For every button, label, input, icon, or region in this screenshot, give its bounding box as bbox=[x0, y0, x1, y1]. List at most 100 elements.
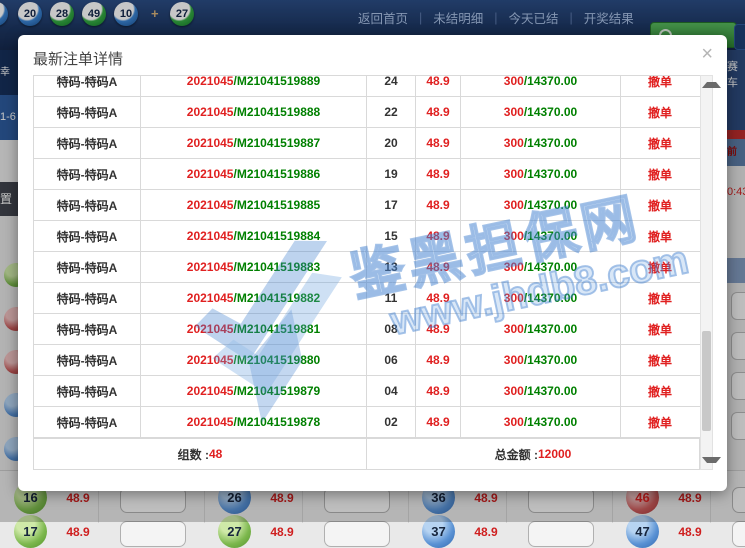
bet-number: 06 bbox=[384, 353, 397, 367]
bet-row: 特码-特码A2021045/M210415198810848.9300/1437… bbox=[34, 314, 701, 345]
order-number: /M21041519884 bbox=[233, 229, 320, 243]
bet-number: 24 bbox=[384, 75, 397, 88]
total-label: 总金额 : bbox=[495, 446, 538, 463]
amount-total: /14370.00 bbox=[524, 198, 577, 212]
order-number: /M21041519886 bbox=[233, 167, 320, 181]
scroll-up-icon[interactable] bbox=[702, 82, 721, 88]
odds-value: 48.9 bbox=[56, 525, 100, 539]
scrollbar-thumb[interactable] bbox=[702, 331, 711, 431]
odds-value: 48.9 bbox=[426, 229, 449, 243]
cancel-bet-button[interactable]: 撤单 bbox=[648, 228, 672, 245]
amount-total: /14370.00 bbox=[524, 291, 577, 305]
bet-row: 特码-特码A2021045/M210415198882248.9300/1437… bbox=[34, 97, 701, 128]
bet-row: 特码-特码A2021045/M210415198851748.9300/1437… bbox=[34, 190, 701, 221]
odds-value: 48.9 bbox=[426, 353, 449, 367]
groups-total: 组数 : 48 bbox=[34, 439, 367, 469]
cancel-bet-button[interactable]: 撤单 bbox=[648, 321, 672, 338]
bet-amount: 300 bbox=[504, 384, 524, 398]
period: 2021045 bbox=[187, 322, 234, 336]
bet-amount: 300 bbox=[504, 75, 524, 88]
bet-row: 特码-特码A2021045/M210415198892448.9300/1437… bbox=[34, 75, 701, 97]
order-number: /M21041519881 bbox=[233, 322, 320, 336]
bet-number: 02 bbox=[384, 415, 397, 429]
amount-total: /14370.00 bbox=[524, 167, 577, 181]
bet-type: 特码-特码A bbox=[57, 135, 118, 152]
bet-number: 13 bbox=[384, 260, 397, 274]
period: 2021045 bbox=[187, 415, 234, 429]
modal-title: 最新注单详情 bbox=[33, 48, 123, 69]
odds-value: 48.9 bbox=[260, 525, 304, 539]
cancel-bet-button[interactable]: 撤单 bbox=[648, 414, 672, 431]
period: 2021045 bbox=[187, 291, 234, 305]
bet-row: 特码-特码A2021045/M210415198790448.9300/1437… bbox=[34, 376, 701, 407]
bet-type: 特码-特码A bbox=[57, 290, 118, 307]
period: 2021045 bbox=[187, 229, 234, 243]
bet-number: 17 bbox=[384, 198, 397, 212]
bet-number: 22 bbox=[384, 105, 397, 119]
bet-amount: 300 bbox=[504, 167, 524, 181]
bet-amount: 300 bbox=[504, 415, 524, 429]
period: 2021045 bbox=[187, 105, 234, 119]
total-value: 12000 bbox=[538, 447, 571, 461]
bet-number: 04 bbox=[384, 384, 397, 398]
groups-label: 组数 : bbox=[178, 446, 209, 463]
cancel-bet-button[interactable]: 撤单 bbox=[648, 290, 672, 307]
bet-type: 特码-特码A bbox=[57, 75, 118, 90]
odds-value: 48.9 bbox=[426, 384, 449, 398]
bet-amount-input[interactable] bbox=[120, 521, 186, 547]
bet-type: 特码-特码A bbox=[57, 321, 118, 338]
cancel-bet-button[interactable]: 撤单 bbox=[648, 135, 672, 152]
amount-total: /14370.00 bbox=[524, 415, 577, 429]
cancel-bet-button[interactable]: 撤单 bbox=[648, 75, 672, 90]
cancel-bet-button[interactable]: 撤单 bbox=[648, 104, 672, 121]
bet-type: 特码-特码A bbox=[57, 197, 118, 214]
cancel-bet-button[interactable]: 撤单 bbox=[648, 197, 672, 214]
bet-amount-input[interactable] bbox=[732, 521, 745, 547]
bet-type: 特码-特码A bbox=[57, 352, 118, 369]
amount-total: /14370.00 bbox=[524, 322, 577, 336]
odds-value: 48.9 bbox=[426, 198, 449, 212]
bet-row: 特码-特码A2021045/M210415198861948.9300/1437… bbox=[34, 159, 701, 190]
odds-value: 48.9 bbox=[426, 260, 449, 274]
period: 2021045 bbox=[187, 198, 234, 212]
bet-amount-input[interactable] bbox=[528, 521, 594, 547]
bet-type: 特码-特码A bbox=[57, 228, 118, 245]
close-icon[interactable]: × bbox=[701, 44, 713, 64]
bet-number: 19 bbox=[384, 167, 397, 181]
cancel-bet-button[interactable]: 撤单 bbox=[648, 259, 672, 276]
cancel-bet-button[interactable]: 撤单 bbox=[648, 383, 672, 400]
order-number: /M21041519882 bbox=[233, 291, 320, 305]
bet-amount-input[interactable] bbox=[324, 521, 390, 547]
period: 2021045 bbox=[187, 167, 234, 181]
bet-row: 特码-特码A2021045/M210415198831348.9300/1437… bbox=[34, 252, 701, 283]
odds-value: 48.9 bbox=[426, 75, 449, 88]
bet-type: 特码-特码A bbox=[57, 414, 118, 431]
order-number: /M21041519878 bbox=[233, 415, 320, 429]
odds-value: 48.9 bbox=[426, 167, 449, 181]
cancel-bet-button[interactable]: 撤单 bbox=[648, 166, 672, 183]
order-number: /M21041519879 bbox=[233, 384, 320, 398]
odds-value: 48.9 bbox=[464, 525, 508, 539]
bet-type: 特码-特码A bbox=[57, 383, 118, 400]
scroll-down-icon[interactable] bbox=[702, 457, 721, 463]
odds-value: 48.9 bbox=[426, 322, 449, 336]
modal-scrollbar[interactable] bbox=[700, 75, 713, 470]
odds-value: 48.9 bbox=[426, 291, 449, 305]
bet-type: 特码-特码A bbox=[57, 259, 118, 276]
order-number: /M21041519883 bbox=[233, 260, 320, 274]
bet-amount: 300 bbox=[504, 260, 524, 274]
odds-value: 48.9 bbox=[426, 105, 449, 119]
amount-total: /14370.00 bbox=[524, 353, 577, 367]
amount-total: /14370.00 bbox=[524, 136, 577, 150]
order-number: /M21041519887 bbox=[233, 136, 320, 150]
bet-amount: 300 bbox=[504, 229, 524, 243]
amount-total: 总金额 : 12000 bbox=[367, 439, 699, 469]
order-number: /M21041519888 bbox=[233, 105, 320, 119]
cancel-bet-button[interactable]: 撤单 bbox=[648, 352, 672, 369]
bet-row: 特码-特码A2021045/M210415198841548.9300/1437… bbox=[34, 221, 701, 252]
bet-number: 15 bbox=[384, 229, 397, 243]
bet-amount: 300 bbox=[504, 353, 524, 367]
bet-amount: 300 bbox=[504, 291, 524, 305]
period: 2021045 bbox=[187, 384, 234, 398]
period: 2021045 bbox=[187, 260, 234, 274]
